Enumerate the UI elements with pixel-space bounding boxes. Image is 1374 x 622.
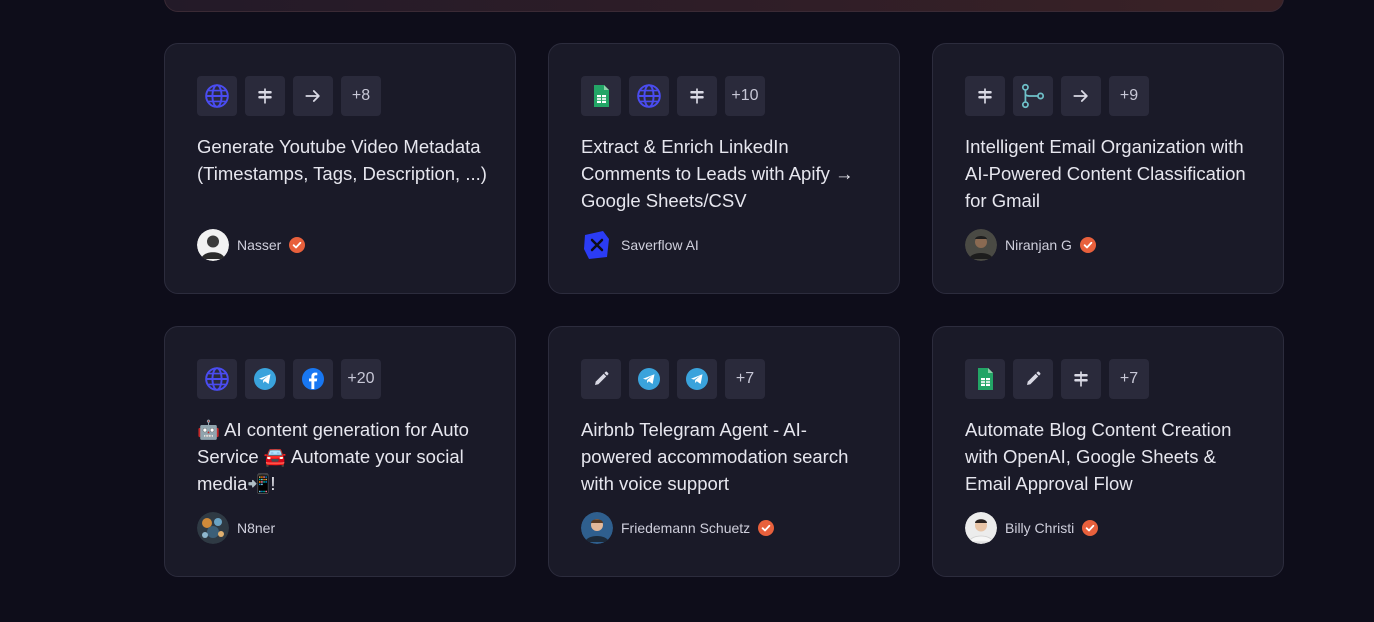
- node-icons: +10: [581, 76, 867, 116]
- avatar: [197, 229, 229, 261]
- card-author[interactable]: Billy Christi: [965, 512, 1098, 544]
- verified-badge-icon: [1080, 237, 1096, 253]
- card-author[interactable]: N8ner: [197, 512, 275, 544]
- more-nodes-count: +9: [1109, 76, 1149, 116]
- author-name: N8ner: [237, 520, 276, 536]
- card-author[interactable]: Niranjan G: [965, 229, 1096, 261]
- workflow-templates-grid: +8 Generate Youtube Video Metadata (Time…: [164, 43, 1284, 577]
- more-nodes-count: +10: [725, 76, 765, 116]
- more-nodes-count: +7: [725, 359, 765, 399]
- signpost-icon: [1061, 359, 1101, 399]
- node-icons: +7: [965, 359, 1251, 399]
- node-icons: +9: [965, 76, 1251, 116]
- avatar: [581, 229, 613, 261]
- card-title[interactable]: Extract & Enrich LinkedIn Comments to Le…: [581, 133, 873, 214]
- facebook-icon: [293, 359, 333, 399]
- avatar: [965, 229, 997, 261]
- workflow-card[interactable]: +7 Automate Blog Content Creation with O…: [932, 326, 1284, 577]
- avatar: [965, 512, 997, 544]
- globe-icon: [197, 76, 237, 116]
- more-nodes-count: +8: [341, 76, 381, 116]
- pencil-icon: [1013, 359, 1053, 399]
- card-title[interactable]: 🤖 AI content generation for Auto Service…: [197, 416, 489, 497]
- verified-badge-icon: [758, 520, 774, 536]
- more-nodes-count: +20: [341, 359, 381, 399]
- author-name: Niranjan G: [1005, 237, 1072, 253]
- card-title[interactable]: Intelligent Email Organization with AI-P…: [965, 133, 1257, 214]
- card-author[interactable]: Friedemann Schuetz: [581, 512, 774, 544]
- google-sheets-icon: [581, 76, 621, 116]
- telegram-icon: [245, 359, 285, 399]
- verified-badge-icon: [289, 237, 305, 253]
- arrow-right-icon: [1061, 76, 1101, 116]
- node-icons: +20: [197, 359, 483, 399]
- card-title[interactable]: Airbnb Telegram Agent - AI-powered accom…: [581, 416, 873, 497]
- google-sheets-icon: [965, 359, 1005, 399]
- signpost-icon: [677, 76, 717, 116]
- pencil-icon: [581, 359, 621, 399]
- workflow-card[interactable]: +10 Extract & Enrich LinkedIn Comments t…: [548, 43, 900, 294]
- workflow-card[interactable]: +20 🤖 AI content generation for Auto Ser…: [164, 326, 516, 577]
- workflow-nodes-icon: [1013, 76, 1053, 116]
- globe-icon: [629, 76, 669, 116]
- avatar: [197, 512, 229, 544]
- author-name: Nasser: [237, 237, 282, 253]
- avatar: [581, 512, 613, 544]
- workflow-card[interactable]: +9 Intelligent Email Organization with A…: [932, 43, 1284, 294]
- signpost-icon: [245, 76, 285, 116]
- card-title[interactable]: Automate Blog Content Creation with Open…: [965, 416, 1257, 497]
- page: +8 Generate Youtube Video Metadata (Time…: [0, 0, 1374, 622]
- card-title[interactable]: Generate Youtube Video Metadata (Timesta…: [197, 133, 489, 214]
- telegram-icon: [629, 359, 669, 399]
- telegram-icon: [677, 359, 717, 399]
- author-name: Billy Christi: [1005, 520, 1075, 536]
- node-icons: +7: [581, 359, 867, 399]
- top-banner[interactable]: [164, 0, 1284, 12]
- signpost-icon: [965, 76, 1005, 116]
- author-name: Saverflow AI: [621, 237, 699, 253]
- node-icons: +8: [197, 76, 483, 116]
- card-author[interactable]: Nasser: [197, 229, 305, 261]
- arrow-right-icon: [293, 76, 333, 116]
- author-name: Friedemann Schuetz: [621, 520, 751, 536]
- workflow-card[interactable]: +7 Airbnb Telegram Agent - AI-powered ac…: [548, 326, 900, 577]
- verified-badge-icon: [1082, 520, 1098, 536]
- more-nodes-count: +7: [1109, 359, 1149, 399]
- workflow-card[interactable]: +8 Generate Youtube Video Metadata (Time…: [164, 43, 516, 294]
- globe-icon: [197, 359, 237, 399]
- card-author[interactable]: Saverflow AI: [581, 229, 699, 261]
